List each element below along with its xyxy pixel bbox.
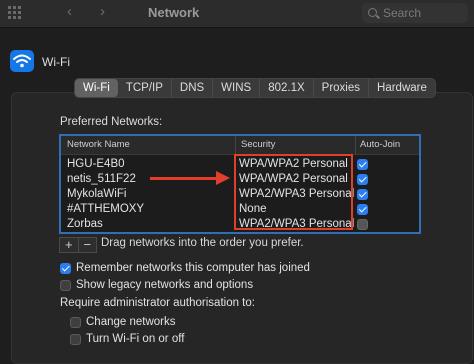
turn-wifi-checkbox[interactable]	[70, 334, 81, 345]
window-toolbar: ‹ › Network	[0, 0, 474, 28]
auto-join-checkbox[interactable]	[357, 204, 368, 215]
tab-bar: Wi-Fi TCP/IP DNS WINS 802.1X Proxies Har…	[74, 78, 436, 98]
security-highlight-box	[234, 154, 353, 230]
add-remove-control: + −	[59, 237, 97, 253]
tab-wifi[interactable]: Wi-Fi	[75, 79, 118, 97]
remember-networks-label: Remember networks this computer has join…	[76, 262, 310, 274]
tab-hardware[interactable]: Hardware	[368, 79, 435, 97]
change-networks-label: Change networks	[86, 316, 176, 328]
tab-tcpip[interactable]: TCP/IP	[118, 79, 171, 97]
table-header: Network Name Security Auto-Join	[61, 136, 419, 155]
forward-arrow-icon[interactable]: ›	[100, 3, 105, 20]
network-name: MykolaWiFi	[67, 188, 127, 200]
auto-join-checkbox[interactable]	[357, 219, 368, 230]
network-name: #ATTHEMOXY	[67, 203, 145, 215]
arrow-head-icon	[216, 171, 230, 185]
network-name: Zorbas	[67, 218, 103, 230]
auto-join-checkbox[interactable]	[357, 174, 368, 185]
column-network-name[interactable]: Network Name	[67, 139, 130, 150]
column-auto-join[interactable]: Auto-Join	[360, 139, 400, 150]
turn-wifi-label: Turn Wi-Fi on or off	[86, 333, 185, 345]
grid-icon[interactable]	[8, 6, 22, 20]
change-networks-checkbox[interactable]	[70, 317, 81, 328]
tab-8021x[interactable]: 802.1X	[259, 79, 312, 97]
column-security[interactable]: Security	[241, 139, 275, 150]
search-input[interactable]	[383, 5, 463, 20]
tab-wins[interactable]: WINS	[212, 79, 259, 97]
window-title: Network	[148, 5, 200, 20]
service-name: Wi-Fi	[42, 55, 70, 69]
search-icon	[368, 8, 377, 17]
network-name: HGU-E4B0	[67, 158, 125, 170]
tab-proxies[interactable]: Proxies	[312, 79, 368, 97]
admin-authorisation-label: Require administrator authorisation to:	[60, 297, 255, 309]
add-network-button[interactable]: +	[60, 238, 78, 252]
drag-hint-text: Drag networks into the order you prefer.	[101, 237, 304, 249]
column-divider	[235, 136, 236, 154]
wifi-icon	[10, 50, 34, 72]
remember-networks-checkbox[interactable]	[60, 263, 71, 274]
legacy-networks-label: Show legacy networks and options	[76, 279, 254, 291]
auto-join-checkbox[interactable]	[357, 189, 368, 200]
preferred-networks-label: Preferred Networks:	[60, 116, 163, 128]
legacy-networks-checkbox[interactable]	[60, 280, 71, 291]
arrow-right-icon	[150, 177, 220, 180]
remove-network-button[interactable]: −	[77, 238, 97, 252]
tab-dns[interactable]: DNS	[170, 79, 212, 97]
network-name: netis_511F22	[67, 173, 136, 185]
search-field[interactable]	[362, 3, 468, 23]
back-arrow-icon[interactable]: ‹	[67, 3, 72, 20]
column-divider	[355, 136, 356, 154]
auto-join-checkbox[interactable]	[357, 159, 368, 170]
